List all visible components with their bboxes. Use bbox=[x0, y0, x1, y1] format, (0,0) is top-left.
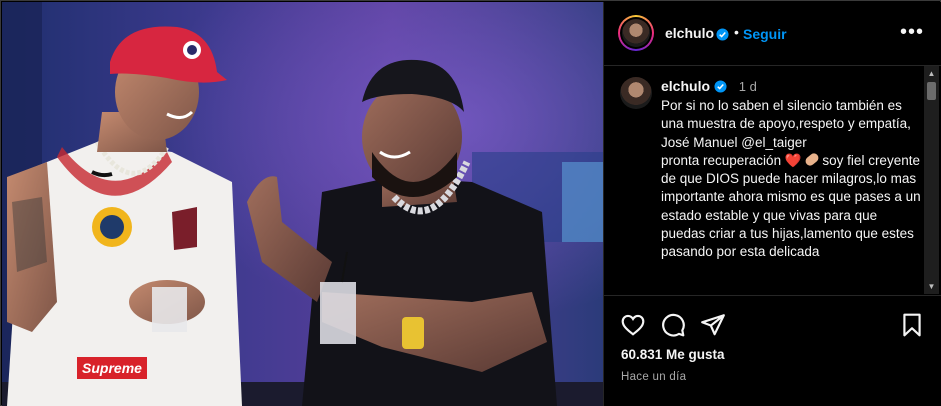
separator-dot: • bbox=[734, 24, 739, 40]
heart-icon[interactable] bbox=[620, 312, 646, 338]
caption-text: Por si no lo saben el silencio también e… bbox=[661, 97, 921, 262]
post-dialog: Supreme elchulo • Seguir ••• elchulo 1 d… bbox=[0, 0, 941, 406]
avatar bbox=[622, 19, 650, 47]
caption-username[interactable]: elchulo bbox=[661, 78, 710, 94]
caption-avatar[interactable] bbox=[620, 77, 652, 109]
verified-badge-icon bbox=[714, 80, 727, 93]
scroll-down-arrow-icon[interactable]: ▼ bbox=[924, 279, 939, 294]
caption-line-text: soy fiel creyente de que DIOS puede hace… bbox=[661, 152, 921, 260]
post-header: elchulo • Seguir ••• bbox=[604, 2, 941, 66]
scroll-up-arrow-icon[interactable]: ▲ bbox=[924, 66, 939, 81]
more-options-icon[interactable]: ••• bbox=[900, 22, 924, 42]
story-avatar[interactable] bbox=[618, 15, 654, 51]
follow-button[interactable]: Seguir bbox=[743, 26, 787, 42]
caption-scrollbar[interactable]: ▲ ▼ bbox=[924, 66, 939, 294]
caption-line-mention: José Manuel @el_taiger bbox=[661, 134, 807, 150]
caption-line-text: pronta recuperación bbox=[661, 152, 782, 168]
share-icon[interactable] bbox=[700, 312, 726, 338]
comment-icon[interactable] bbox=[660, 312, 686, 338]
verified-badge-icon bbox=[716, 26, 729, 44]
svg-text:Supreme: Supreme bbox=[82, 360, 142, 376]
caption-area: elchulo 1 d Por si no lo saben el silenc… bbox=[604, 66, 941, 296]
bandage-emoji bbox=[803, 151, 820, 168]
caption-line: Por si no lo saben el silencio también e… bbox=[661, 98, 911, 132]
scroll-thumb[interactable] bbox=[927, 82, 936, 100]
post-side-panel: elchulo • Seguir ••• elchulo 1 d Por si … bbox=[604, 2, 941, 406]
photo-image: Supreme bbox=[2, 2, 603, 406]
likes-count[interactable]: 60.831 Me gusta bbox=[621, 347, 725, 362]
caption-header: elchulo 1 d bbox=[661, 78, 757, 94]
post-photo[interactable]: Supreme bbox=[2, 2, 603, 406]
post-date[interactable]: Hace un día bbox=[621, 371, 686, 383]
header-username[interactable]: elchulo bbox=[665, 25, 714, 41]
caption-line: pronta recuperación ❤️ soy fiel creyente… bbox=[661, 151, 921, 262]
caption-time[interactable]: 1 d bbox=[739, 79, 757, 94]
bookmark-icon[interactable] bbox=[899, 312, 925, 338]
red-heart-emoji: ❤️ bbox=[784, 152, 802, 168]
post-actions: 60.831 Me gusta Hace un día bbox=[604, 296, 941, 406]
